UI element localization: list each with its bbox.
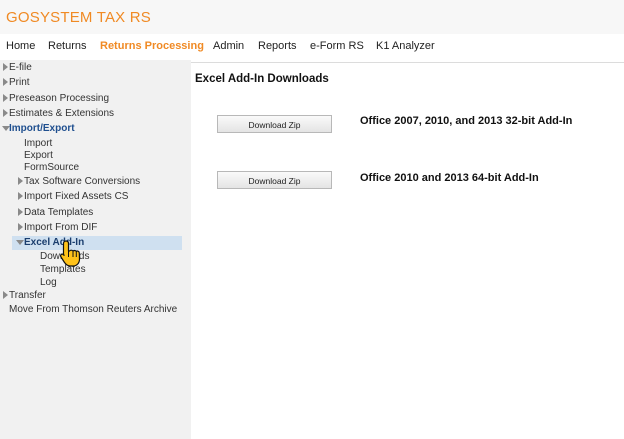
sidebar-item-export[interactable]: Export	[24, 150, 53, 161]
collapse-arrow-icon[interactable]	[16, 240, 24, 245]
nav-home[interactable]: Home	[6, 40, 35, 52]
expand-arrow-icon[interactable]	[3, 291, 8, 299]
expand-arrow-icon[interactable]	[18, 177, 23, 185]
nav-returns-processing[interactable]: Returns Processing	[100, 40, 204, 52]
divider	[191, 62, 624, 63]
sidebar-item-formsource[interactable]: FormSource	[24, 162, 79, 173]
sidebar-item-import-fixed-assets-cs[interactable]: Import Fixed Assets CS	[24, 191, 128, 202]
sidebar-item-transfer[interactable]: Transfer	[9, 290, 46, 301]
download-zip-32bit-button[interactable]: Download Zip	[217, 115, 332, 133]
sidebar-item-import[interactable]: Import	[24, 138, 52, 149]
nav-e-form-rs[interactable]: e-Form RS	[310, 40, 364, 52]
sidebar-item-import-from-dif[interactable]: Import From DIF	[24, 222, 97, 233]
expand-arrow-icon[interactable]	[3, 63, 8, 71]
nav-returns[interactable]: Returns	[48, 40, 87, 52]
download-description-64bit: Office 2010 and 2013 64-bit Add-In	[360, 172, 539, 184]
expand-arrow-icon[interactable]	[3, 94, 8, 102]
sidebar-item-move-from-archive[interactable]: Move From Thomson Reuters Archive	[9, 304, 177, 315]
download-description-32bit: Office 2007, 2010, and 2013 32-bit Add-I…	[360, 115, 573, 127]
sidebar-item-tax-software-conversions[interactable]: Tax Software Conversions	[24, 176, 140, 187]
app-title: GOSYSTEM TAX RS	[6, 9, 151, 26]
sidebar-item-print[interactable]: Print	[9, 77, 30, 88]
nav-k1-analyzer[interactable]: K1 Analyzer	[376, 40, 435, 52]
hand-pointer-icon	[60, 240, 81, 267]
download-zip-64bit-button[interactable]: Download Zip	[217, 171, 332, 189]
sidebar-item-preseason-processing[interactable]: Preseason Processing	[9, 93, 109, 104]
sidebar-item-estimates-extensions[interactable]: Estimates & Extensions	[9, 108, 114, 119]
top-nav: Home Returns Returns Processing Admin Re…	[0, 34, 624, 60]
sidebar-item-e-file[interactable]: E-file	[9, 62, 32, 73]
expand-arrow-icon[interactable]	[18, 208, 23, 216]
nav-admin[interactable]: Admin	[213, 40, 244, 52]
app-header: GOSYSTEM TAX RS	[0, 0, 624, 34]
expand-arrow-icon[interactable]	[3, 78, 8, 86]
sidebar-item-log[interactable]: Log	[40, 277, 57, 288]
page-title: Excel Add-In Downloads	[195, 73, 329, 85]
nav-reports[interactable]: Reports	[258, 40, 297, 52]
expand-arrow-icon[interactable]	[18, 192, 23, 200]
expand-arrow-icon[interactable]	[18, 223, 23, 231]
expand-arrow-icon[interactable]	[3, 109, 8, 117]
sidebar-item-data-templates[interactable]: Data Templates	[24, 207, 93, 218]
sidebar-item-import-export[interactable]: Import/Export	[9, 123, 75, 134]
